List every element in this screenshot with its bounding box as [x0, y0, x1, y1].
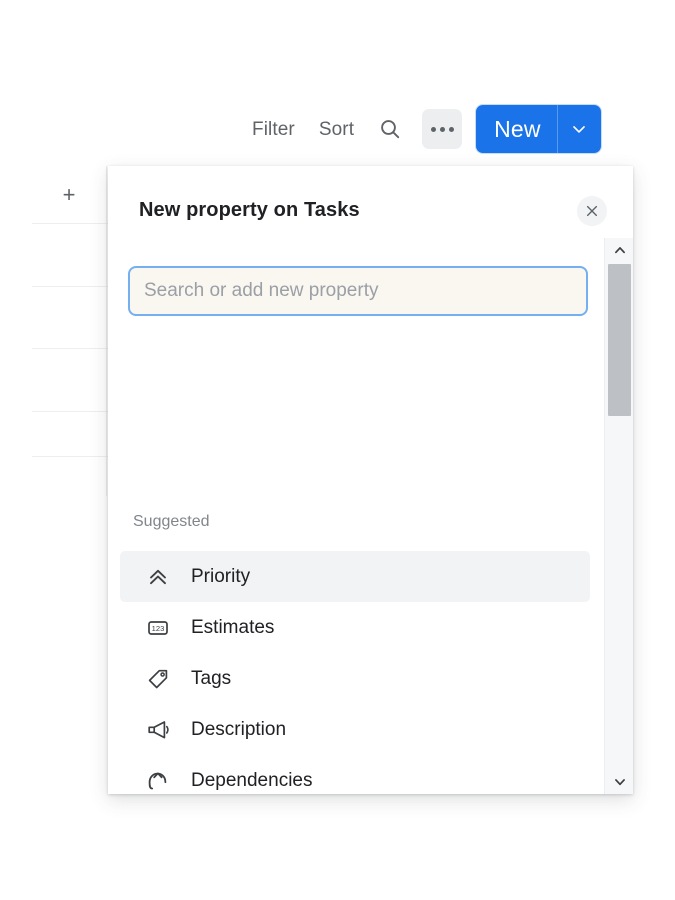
sort-button[interactable]: Sort — [307, 120, 366, 139]
ellipsis-icon — [430, 126, 454, 132]
list-item-label: Dependencies — [191, 769, 313, 791]
view-toolbar: Filter Sort New — [240, 100, 601, 158]
list-item-label: Tags — [191, 667, 232, 689]
list-item-priority[interactable]: Priority — [120, 551, 590, 602]
list-item-dependencies[interactable]: Dependencies — [120, 755, 590, 794]
number-123-icon: 123 — [145, 615, 171, 641]
screen: + Filter Sort New New property on Tasks … — [0, 0, 675, 900]
scrollbar-down-button[interactable] — [605, 770, 633, 794]
new-button[interactable]: New — [476, 105, 601, 153]
arrow-u-turn-up-icon — [145, 768, 171, 794]
new-property-dialog: New property on Tasks Suggested Priority — [108, 166, 633, 794]
filter-button[interactable]: Filter — [240, 120, 307, 139]
search-icon — [381, 120, 400, 139]
page-title: New property on Tasks — [139, 199, 360, 221]
chevron-down-icon — [573, 126, 586, 133]
chevron-down-icon — [614, 779, 625, 786]
search-input[interactable] — [128, 266, 588, 316]
close-icon — [586, 205, 598, 217]
scrollbar-up-button[interactable] — [605, 238, 633, 262]
double-chevron-up-icon — [145, 564, 171, 590]
list-item-label: Estimates — [191, 616, 275, 638]
new-button-dropdown[interactable] — [556, 105, 601, 153]
svg-text:123: 123 — [152, 624, 165, 633]
new-button-label: New — [494, 115, 541, 142]
close-button[interactable] — [577, 196, 607, 226]
more-options-button[interactable] — [422, 109, 463, 149]
property-list: Priority 123 Estimates Tags Description … — [108, 551, 604, 794]
dialog-scrollbar[interactable] — [604, 238, 633, 794]
scrollbar-thumb[interactable] — [608, 264, 631, 416]
list-item-tags[interactable]: Tags — [120, 653, 590, 704]
tag-icon — [145, 666, 171, 692]
list-item-description[interactable]: Description — [120, 704, 590, 755]
megaphone-icon — [145, 717, 171, 743]
chevron-up-icon — [614, 247, 625, 254]
table-column-divider — [106, 166, 107, 496]
search-button[interactable] — [370, 109, 410, 149]
add-column-button[interactable]: + — [32, 166, 107, 224]
list-item-label: Description — [191, 718, 287, 740]
search-field-wrapper — [128, 266, 588, 316]
plus-icon: + — [62, 181, 76, 207]
suggested-section-label: Suggested — [133, 513, 210, 530]
list-item-label: Priority — [191, 565, 251, 587]
list-item-estimates[interactable]: 123 Estimates — [120, 602, 590, 653]
